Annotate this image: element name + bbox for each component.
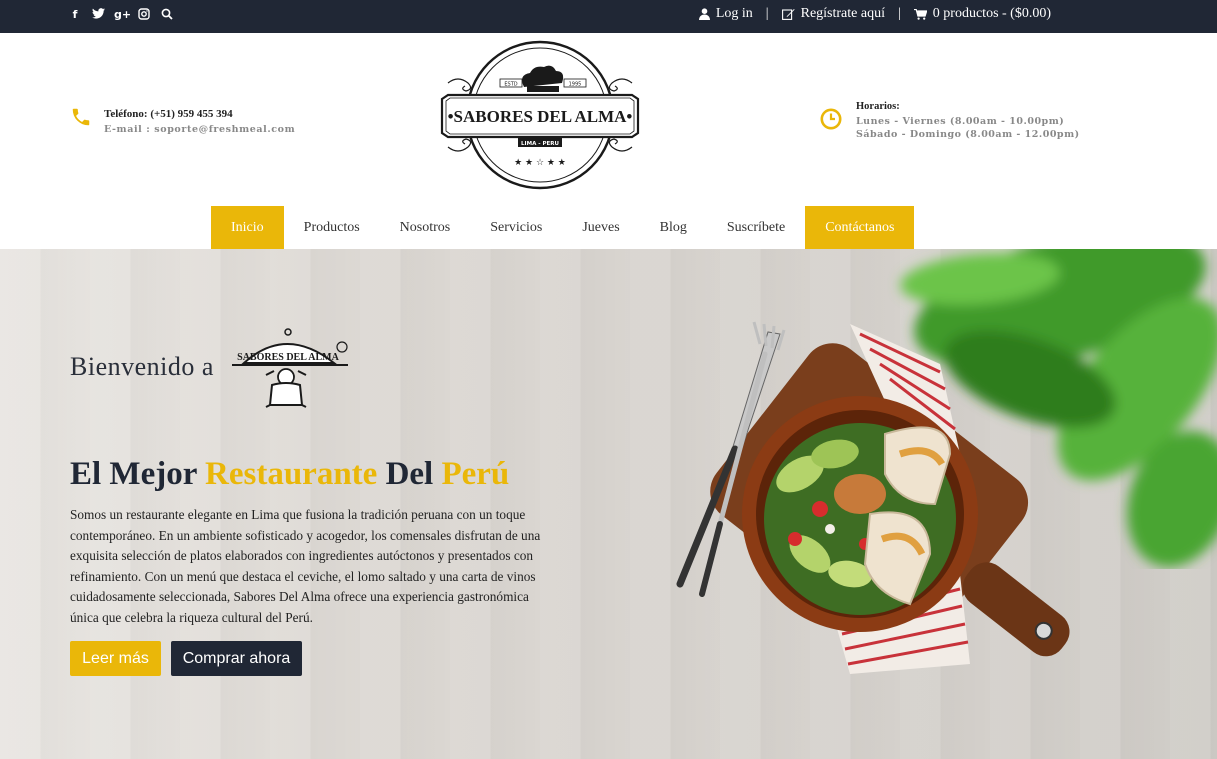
main-nav: Inicio Productos Nosotros Servicios Juev… xyxy=(211,206,915,249)
separator: | xyxy=(897,6,901,21)
login-link[interactable]: Log in xyxy=(698,6,753,22)
nav-item-nosotros[interactable]: Nosotros xyxy=(380,206,471,249)
headline-part: El Mejor xyxy=(70,456,206,492)
hero-section: Bienvenido a SABORES DEL ALMA El Mejor R… xyxy=(0,249,1217,759)
instagram-icon[interactable] xyxy=(137,8,151,22)
logo-stars: ★ ★ ☆ ★ ★ xyxy=(514,158,566,168)
nav-item-productos[interactable]: Productos xyxy=(284,206,380,249)
cart-label: 0 productos - ($0.00) xyxy=(932,6,1051,21)
hours-weekend: Sábado - Domingo (8.00am - 12.00pm) xyxy=(856,129,1080,140)
nav-item-suscribete[interactable]: Suscríbete xyxy=(707,206,805,249)
clock-icon xyxy=(820,108,842,130)
hero-description: Somos un restaurante elegante en Lima qu… xyxy=(70,507,541,625)
user-icon xyxy=(698,8,710,20)
headline-part: Del xyxy=(377,456,442,492)
nav-item-jueves[interactable]: Jueves xyxy=(562,206,639,249)
hours-weekday: Lunes - Viernes (8.00am - 10.00pm) xyxy=(856,116,1065,127)
email-address: E-mail : soporte@freshmeal.com xyxy=(104,124,296,135)
account-links: Log in | Regístrate aquí | 0 productos -… xyxy=(698,6,1051,22)
hero-headline: El Mejor Restaurante Del Perú xyxy=(70,456,509,493)
separator: | xyxy=(765,6,769,21)
headline-highlight: Restaurante xyxy=(205,456,378,492)
nav-item-blog[interactable]: Blog xyxy=(640,206,707,249)
register-link[interactable]: Regístrate aquí xyxy=(781,6,885,22)
welcome-text: Bienvenido a xyxy=(70,352,214,381)
phone-icon xyxy=(72,108,90,126)
mini-logo-text: SABORES DEL ALMA xyxy=(237,352,339,363)
login-label: Log in xyxy=(715,6,753,21)
headline-highlight: Perú xyxy=(441,456,510,492)
logo-location: LIMA - PERU xyxy=(521,141,559,147)
site-logo[interactable]: ESTD 1995 •SABORES DEL ALMA• LIMA - PERU… xyxy=(434,39,646,191)
search-icon[interactable] xyxy=(160,8,174,22)
nav-item-contactanos[interactable]: Contáctanos xyxy=(805,206,915,249)
site-header: Teléfono: (+51) 959 455 394 E-mail : sop… xyxy=(0,33,1217,206)
hero-mini-logo: SABORES DEL ALMA xyxy=(232,328,348,408)
logo-name: •SABORES DEL ALMA• xyxy=(448,107,633,126)
buy-now-button[interactable]: Comprar ahora xyxy=(171,641,302,676)
nav-item-servicios[interactable]: Servicios xyxy=(470,206,562,249)
nav-item-inicio[interactable]: Inicio xyxy=(211,206,284,249)
social-links: f g+ xyxy=(68,8,174,22)
cart-link[interactable]: 0 productos - ($0.00) xyxy=(913,6,1051,22)
facebook-icon[interactable]: f xyxy=(68,8,82,22)
hours-title: Horarios: xyxy=(856,101,900,112)
google-plus-icon[interactable]: g+ xyxy=(114,8,131,22)
read-more-button[interactable]: Leer más xyxy=(70,641,161,676)
logo-year: 1995 xyxy=(569,82,582,88)
cart-icon xyxy=(913,8,927,20)
top-bar: f g+ Log in | Regístrate aquí | 0 produc… xyxy=(0,0,1217,33)
food-bowl-image xyxy=(676,321,1070,674)
opening-hours: Horarios: Lunes - Viernes (8.00am - 10.0… xyxy=(820,100,1080,141)
logo-estd: ESTD xyxy=(504,82,517,88)
twitter-icon[interactable] xyxy=(91,8,105,22)
register-label: Regístrate aquí xyxy=(800,6,885,21)
edit-icon xyxy=(781,9,795,20)
phone-number: Teléfono: (+51) 959 455 394 xyxy=(104,108,233,120)
contact-info: Teléfono: (+51) 959 455 394 E-mail : sop… xyxy=(70,106,295,138)
